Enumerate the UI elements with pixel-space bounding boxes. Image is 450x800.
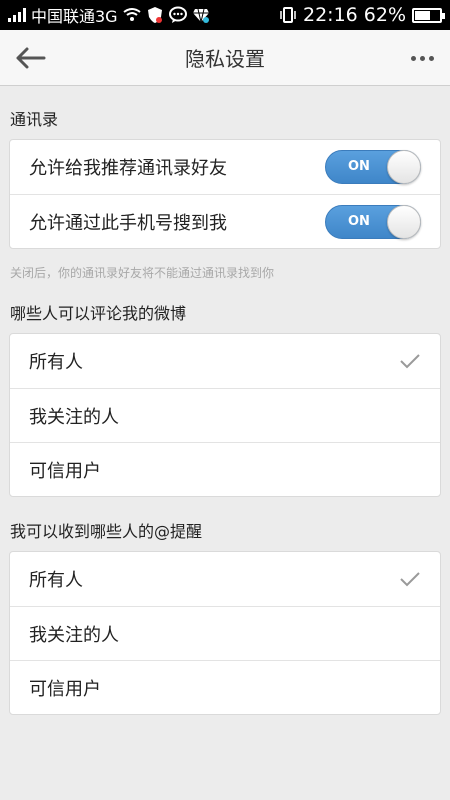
option-label: 可信用户	[29, 460, 101, 482]
mentions-card: 所有人 我关注的人 可信用户	[9, 551, 441, 715]
more-horizontal-icon	[410, 55, 416, 61]
arrow-left-icon	[16, 47, 46, 68]
search-by-phone-toggle[interactable]: ON	[325, 204, 421, 239]
search-by-phone-row[interactable]: 允许通过此手机号搜到我 ON	[10, 194, 440, 248]
contacts-section-header: 通讯录	[10, 110, 59, 129]
title-bar: 隐私设置	[0, 30, 450, 86]
vibrate-icon	[279, 6, 297, 24]
page-title: 隐私设置	[185, 47, 265, 71]
status-bar: 中国联通3G 22:16 62%	[0, 0, 450, 30]
diamond-icon	[192, 6, 210, 24]
back-button[interactable]	[0, 30, 60, 86]
recommend-contacts-row[interactable]: 允许给我推荐通讯录好友 ON	[10, 140, 440, 194]
comments-section-header: 哪些人可以评论我的微博	[10, 304, 187, 323]
option-label: 我关注的人	[29, 624, 119, 646]
shield-icon	[146, 6, 164, 24]
recommend-contacts-label: 允许给我推荐通讯录好友	[29, 158, 227, 179]
wifi-icon	[122, 6, 141, 24]
time-label: 22:16	[303, 4, 358, 26]
mentions-option-everyone[interactable]: 所有人	[10, 552, 440, 606]
comments-card: 所有人 我关注的人 可信用户	[9, 333, 441, 497]
option-label: 可信用户	[29, 678, 101, 700]
mentions-option-trusted[interactable]: 可信用户	[10, 660, 440, 714]
battery-icon	[412, 7, 445, 23]
comments-option-trusted[interactable]: 可信用户	[10, 442, 440, 496]
signal-icon	[8, 8, 26, 22]
option-label: 所有人	[29, 352, 83, 373]
check-icon	[400, 354, 420, 369]
contacts-hint: 关闭后，你的通讯录好友将不能通过通讯录找到你	[10, 266, 275, 280]
search-by-phone-label: 允许通过此手机号搜到我	[29, 212, 227, 234]
option-label: 所有人	[29, 570, 83, 591]
option-label: 我关注的人	[29, 406, 119, 428]
battery-percent: 62%	[363, 4, 406, 26]
recommend-contacts-toggle[interactable]: ON	[325, 150, 421, 184]
chat-icon	[168, 6, 187, 24]
toggle-knob	[387, 150, 421, 184]
mentions-section-header: 我可以收到哪些人的@提醒	[10, 522, 203, 541]
comments-option-following[interactable]: 我关注的人	[10, 388, 440, 442]
comments-option-everyone[interactable]: 所有人	[10, 334, 440, 388]
toggle-knob	[387, 204, 421, 239]
toggle-on-label: ON	[348, 213, 370, 229]
mentions-option-following[interactable]: 我关注的人	[10, 606, 440, 660]
toggle-on-label: ON	[348, 159, 370, 174]
carrier-label: 中国联通3G	[31, 7, 118, 26]
more-button[interactable]	[402, 30, 442, 86]
check-icon	[400, 572, 420, 587]
contacts-card: 允许给我推荐通讯录好友 ON 允许通过此手机号搜到我 ON	[9, 139, 441, 249]
